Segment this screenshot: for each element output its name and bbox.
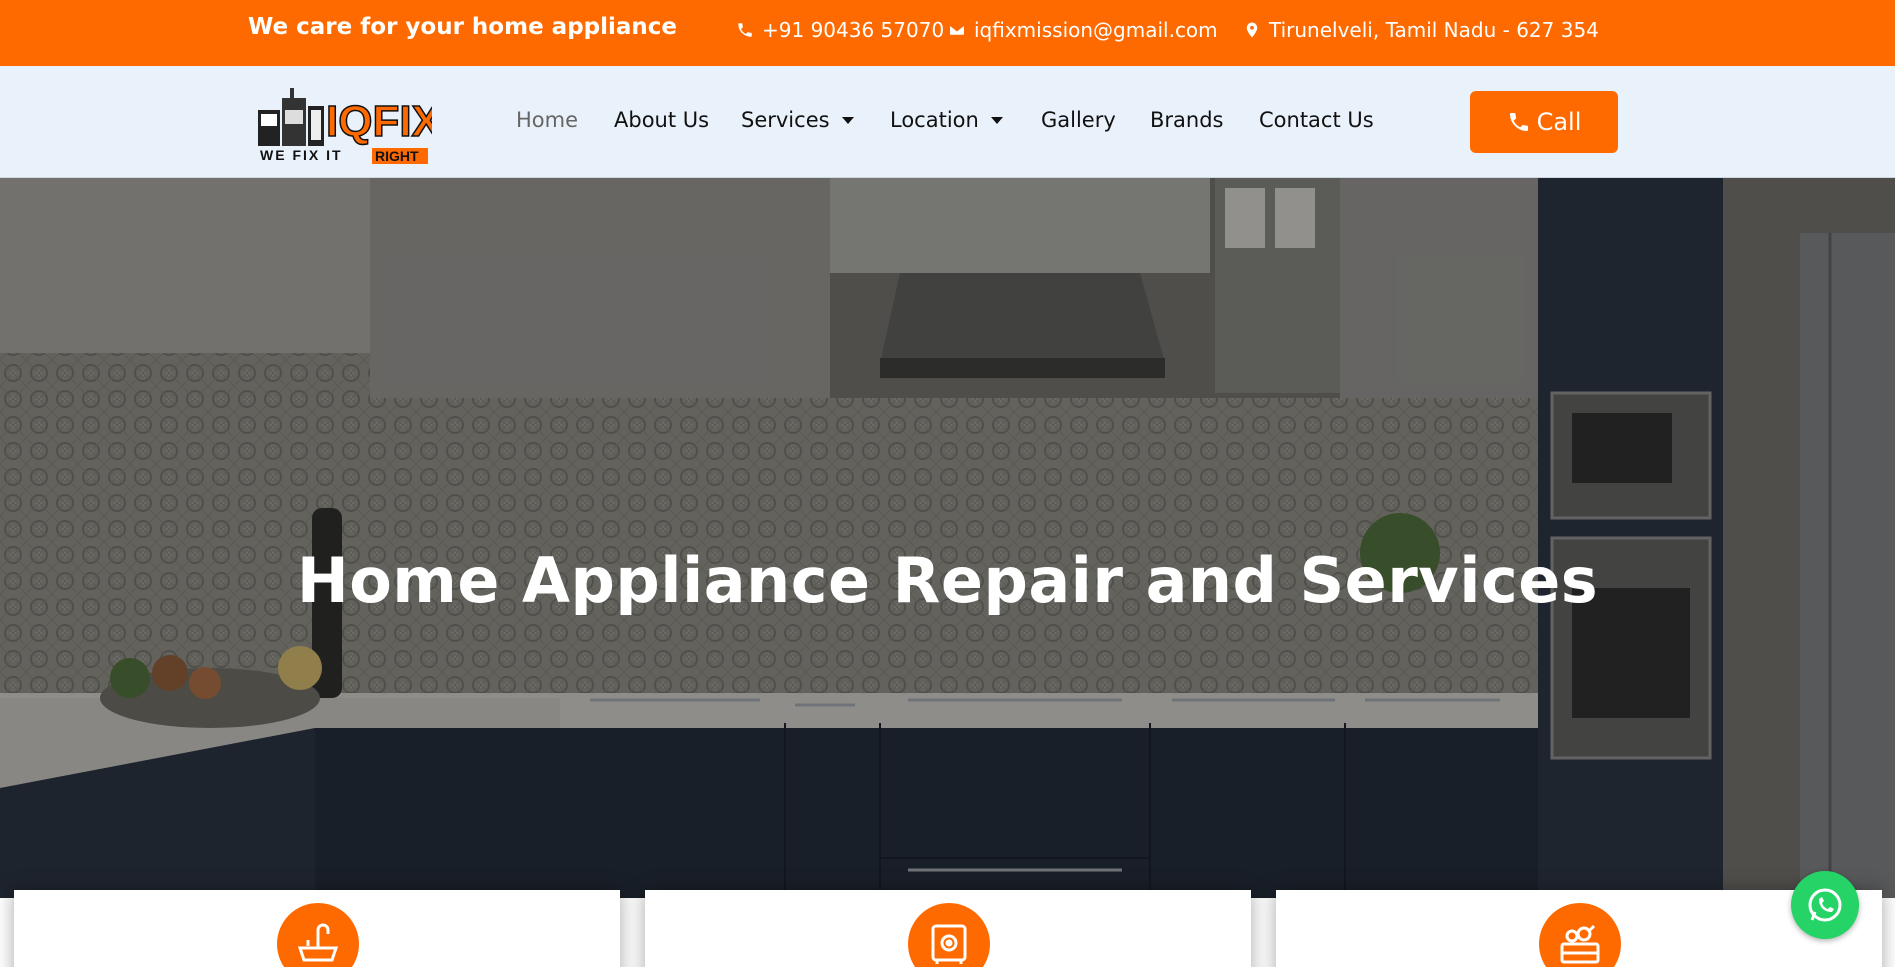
top-bar-phone[interactable]: +91 90436 57070 [736,18,944,42]
top-bar-location: Tirunelveli, Tamil Nadu - 627 354 [1243,18,1599,42]
top-bar: We care for your home appliance +91 9043… [0,0,1895,66]
nav-gallery[interactable]: Gallery [1041,108,1116,132]
nav-home-label: Home [516,108,579,132]
logo-brand-name: IQFIX [326,97,432,146]
nav-about-us-label: About Us [614,108,710,132]
nav-services[interactable]: Services [741,108,854,132]
hero-title: Home Appliance Repair and Services [296,544,1599,617]
nav-services-label: Services [741,108,830,132]
service-card-icon-circle [1539,903,1621,967]
iqfix-logo[interactable]: IQFIX WE FIX IT RIGHT [254,80,432,166]
vegetable-basket-icon [1560,924,1600,964]
whatsapp-chat-button[interactable] [1791,871,1859,939]
safe-icon [931,924,967,964]
call-button[interactable]: Call [1470,91,1618,153]
sink-icon [297,923,339,962]
nav-location[interactable]: Location [890,108,1003,132]
nav-contact-us-label: Contact Us [1259,108,1374,132]
service-card-1[interactable] [14,890,620,967]
nav-location-label: Location [890,108,979,132]
nav-about-us[interactable]: About Us [614,108,709,132]
top-bar-location-text: Tirunelveli, Tamil Nadu - 627 354 [1269,18,1599,42]
top-bar-phone-text: +91 90436 57070 [762,18,945,42]
kitchen-background-image [0,178,1895,898]
logo-tagline-right: RIGHT [375,148,419,164]
nav-home[interactable]: Home [516,108,578,132]
hero-banner: Home Appliance Repair and Services [0,178,1895,898]
nav-contact-us[interactable]: Contact Us [1259,108,1374,132]
phone-icon [1509,113,1528,131]
logo-tagline-left: WE FIX IT [260,147,343,163]
envelope-icon [948,24,966,36]
nav-gallery-label: Gallery [1041,108,1116,132]
service-card-icon-circle [277,903,359,967]
nav-brands-label: Brands [1150,108,1224,132]
phone-icon [738,23,752,37]
whatsapp-icon [1808,888,1842,922]
chevron-down-icon [841,116,854,124]
main-navbar: IQFIX WE FIX IT RIGHT Home About Us Serv… [0,66,1895,178]
call-button-label: Call [1536,108,1582,136]
map-pin-icon [1246,22,1258,38]
nav-brands[interactable]: Brands [1150,108,1224,132]
top-bar-tagline: We care for your home appliance [248,14,678,40]
chevron-down-icon [990,116,1003,124]
top-bar-email[interactable]: iqfixmission@gmail.com [948,18,1218,42]
service-card-2[interactable] [645,890,1251,967]
service-card-icon-circle [908,903,990,967]
top-bar-email-text: iqfixmission@gmail.com [974,18,1218,42]
